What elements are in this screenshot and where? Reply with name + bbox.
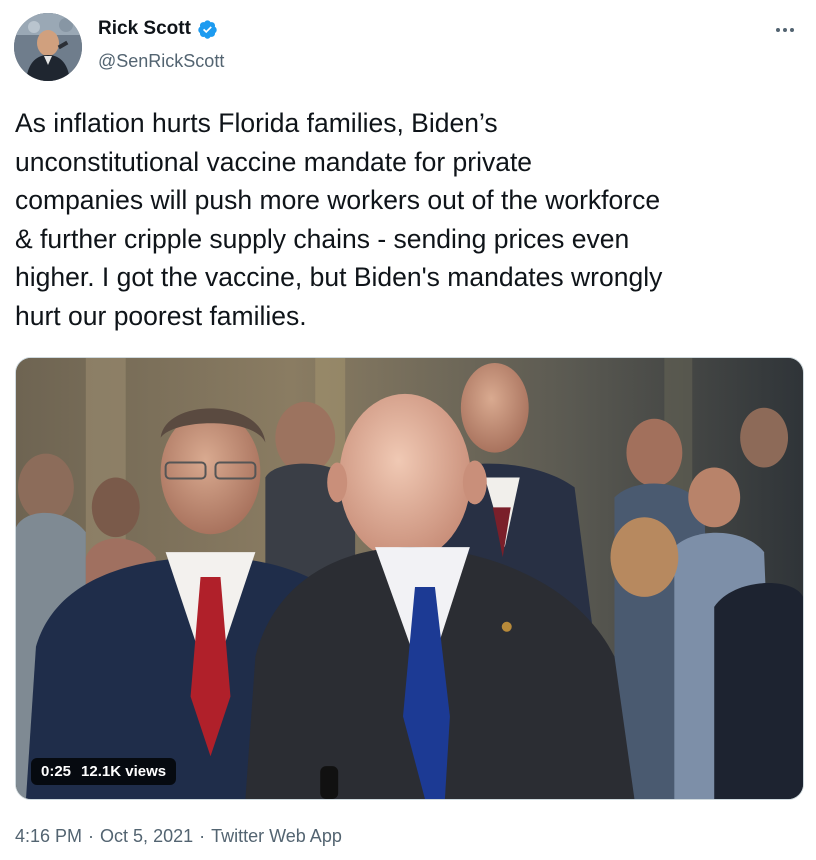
author-display-name[interactable]: Rick Scott — [98, 18, 191, 40]
video-views: 12.1K views — [81, 763, 167, 780]
tweet-card: Rick Scott @SenRickScott As inflation hu… — [0, 0, 816, 860]
verified-badge-icon — [198, 19, 217, 39]
tweet-source[interactable]: Twitter Web App — [211, 826, 342, 847]
meta-separator: · — [88, 826, 95, 846]
author-name-row[interactable]: Rick Scott — [98, 18, 218, 40]
more-options-button[interactable] — [768, 18, 802, 42]
video-meta-overlay: 0:25 12.1K views — [31, 758, 177, 785]
tweet-date[interactable]: Oct 5, 2021 — [100, 826, 193, 847]
tweet-meta: 4:16 PM · Oct 5, 2021 · Twitter Web App — [15, 826, 342, 847]
video-duration: 0:25 — [41, 763, 72, 780]
more-dots-icon — [776, 28, 780, 32]
tweet-text: As inflation hurts Florida families, Bid… — [15, 108, 663, 331]
video-thumbnail — [16, 358, 803, 799]
avatar[interactable] — [14, 13, 82, 81]
meta-separator: · — [199, 826, 206, 846]
tweet-time[interactable]: 4:16 PM — [15, 826, 82, 847]
video-player[interactable]: 0:25 12.1K views — [15, 357, 804, 800]
author-handle[interactable]: @SenRickScott — [98, 51, 224, 72]
